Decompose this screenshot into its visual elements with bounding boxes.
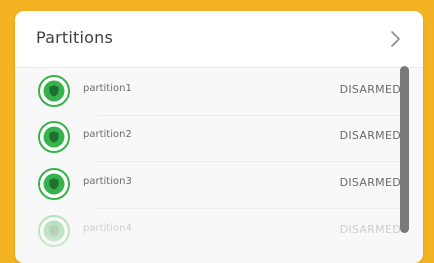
card-title: Partitions xyxy=(36,28,114,47)
partition-name: partition2 xyxy=(83,129,132,140)
app-frame: Partitions partition1 DISARMED partition… xyxy=(0,0,434,263)
list-item[interactable]: partition4 DISARMED xyxy=(37,210,401,252)
shield-icon xyxy=(38,121,70,153)
partition-status: DISARMED xyxy=(339,83,401,96)
list-item[interactable]: partition1 DISARMED xyxy=(37,70,401,116)
partition-status: DISARMED xyxy=(339,129,401,142)
partition-status: DISARMED xyxy=(339,176,401,189)
partition-name: partition3 xyxy=(83,176,132,187)
shield-icon xyxy=(38,215,70,247)
partition-name: partition1 xyxy=(83,83,132,94)
chevron-right-icon[interactable] xyxy=(389,29,403,49)
divider xyxy=(97,161,401,162)
scrollbar[interactable] xyxy=(400,66,409,233)
shield-icon xyxy=(38,75,70,107)
partition-list: partition1 DISARMED partition2 DISARMED xyxy=(15,68,423,263)
divider xyxy=(97,208,401,209)
shield-icon xyxy=(38,168,70,200)
partitions-card: Partitions partition1 DISARMED partition… xyxy=(15,11,423,263)
list-item[interactable]: partition3 DISARMED xyxy=(37,163,401,209)
list-item[interactable]: partition2 DISARMED xyxy=(37,116,401,162)
partition-status: DISARMED xyxy=(339,223,401,236)
card-header[interactable]: Partitions xyxy=(15,11,423,68)
partition-name: partition4 xyxy=(83,223,132,234)
